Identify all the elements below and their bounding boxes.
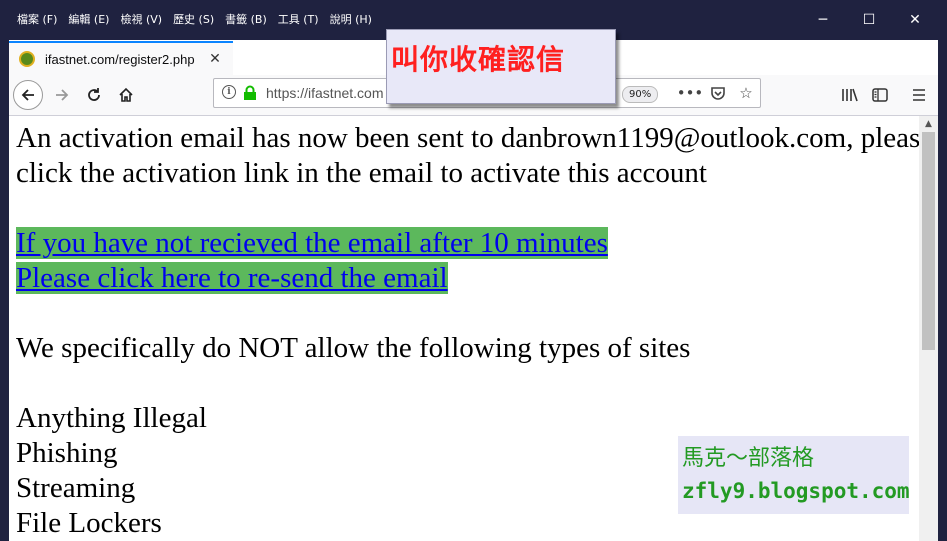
scroll-up-arrow-icon[interactable]: ▲ [919, 116, 938, 132]
maximize-button[interactable]: ☐ [846, 0, 892, 40]
list-item: Phishing [16, 437, 118, 469]
menu-history[interactable]: 歷史 (S) [173, 0, 214, 40]
menu-tools[interactable]: 工具 (T) [278, 0, 319, 40]
close-window-button[interactable]: ✕ [892, 0, 938, 40]
menu-bookmarks[interactable]: 書籤 (B) [225, 0, 267, 40]
scrollbar-thumb[interactable] [922, 132, 935, 350]
window-controls: ─ ☐ ✕ [800, 0, 938, 40]
tab-title: ifastnet.com/register2.php [45, 51, 195, 67]
reload-button[interactable] [79, 80, 109, 110]
home-button[interactable] [111, 80, 141, 110]
forward-button[interactable] [47, 80, 77, 110]
annotation-callout: 叫你收確認信 [386, 29, 616, 104]
window-frame-right [938, 0, 947, 541]
reload-icon [88, 88, 100, 101]
menu-file[interactable]: 檔案 (F) [17, 0, 57, 40]
menu-view[interactable]: 檢視 (V) [120, 0, 162, 40]
list-item: Streaming [16, 472, 136, 504]
site-favicon-icon [19, 51, 35, 67]
home-icon [119, 87, 133, 102]
menu-edit[interactable]: 編輯 (E) [68, 0, 109, 40]
back-button[interactable] [13, 80, 43, 110]
watermark-blog-url: zfly9.blogspot.com [682, 479, 910, 503]
tab-close-icon[interactable]: ✕ [207, 51, 223, 67]
info-icon[interactable]: i [222, 85, 236, 99]
resend-link-line2[interactable]: Please click here to re-send the email [16, 262, 448, 294]
bookmark-star-icon[interactable]: ☆ [736, 83, 756, 103]
vertical-scrollbar[interactable]: ▲ [919, 116, 938, 541]
blog-watermark: 馬克～部落格 zfly9.blogspot.com [678, 436, 910, 514]
annotation-text: 叫你收確認信 [391, 43, 566, 76]
pocket-icon[interactable] [708, 83, 728, 103]
url-text[interactable]: https://ifastnet.com [266, 79, 384, 107]
menu-help[interactable]: 說明 (H) [330, 0, 372, 40]
hamburger-menu-icon[interactable] [904, 80, 934, 110]
new-tab-button[interactable]: + [238, 44, 264, 70]
page-actions-icon[interactable]: ••• [677, 83, 704, 103]
window-frame-left [0, 0, 9, 541]
tab-register[interactable]: ifastnet.com/register2.php ✕ [9, 41, 233, 75]
resend-link-line1[interactable]: If you have not recieved the email after… [16, 227, 608, 259]
disallowed-sites-heading: We specifically do NOT allow the followi… [16, 332, 691, 364]
minimize-button[interactable]: ─ [800, 0, 846, 40]
library-icon[interactable] [835, 80, 865, 110]
menu-list: 檔案 (F) 編輯 (E) 檢視 (V) 歷史 (S) 書籤 (B) 工具 (T… [17, 0, 372, 40]
watermark-blog-name: 馬克～部落格 [682, 446, 815, 471]
lock-icon [244, 85, 256, 100]
back-arrow-icon [21, 89, 34, 101]
list-item: File Lockers [16, 507, 162, 539]
activation-message-line1: An activation email has now been sent to… [16, 122, 919, 154]
sidebar-toggle-icon[interactable] [865, 80, 895, 110]
activation-message-line2: click the activation link in the email t… [16, 157, 707, 189]
zoom-level-badge[interactable]: 90% [622, 86, 659, 103]
forward-arrow-icon [56, 89, 69, 101]
list-item: Anything Illegal [16, 402, 207, 434]
